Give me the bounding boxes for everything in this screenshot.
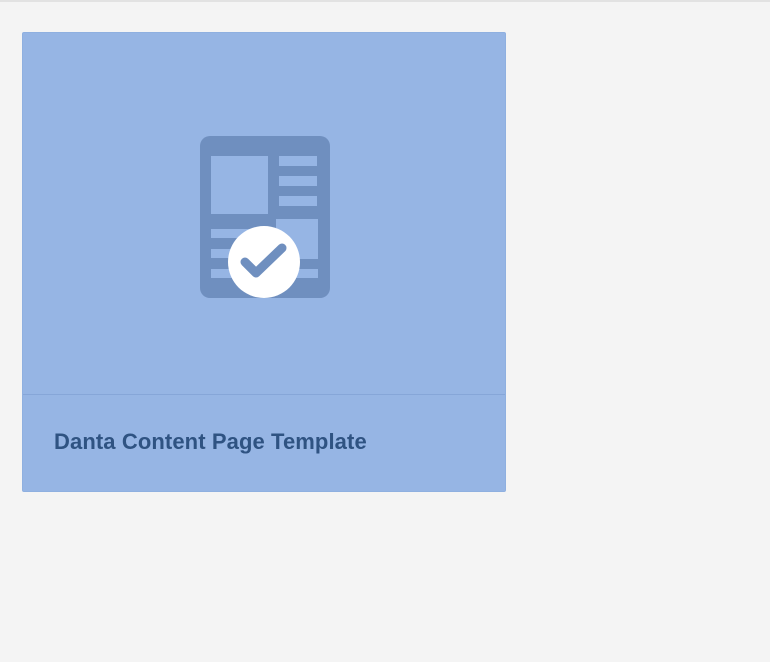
checkmark-icon xyxy=(228,226,300,298)
card-footer[interactable]: Danta Content Page Template xyxy=(23,395,505,491)
template-card-danta-content-page[interactable]: Danta Content Page Template xyxy=(22,32,506,492)
card-thumbnail[interactable] xyxy=(23,33,505,395)
card-title: Danta Content Page Template xyxy=(54,429,367,454)
top-divider xyxy=(0,0,770,2)
